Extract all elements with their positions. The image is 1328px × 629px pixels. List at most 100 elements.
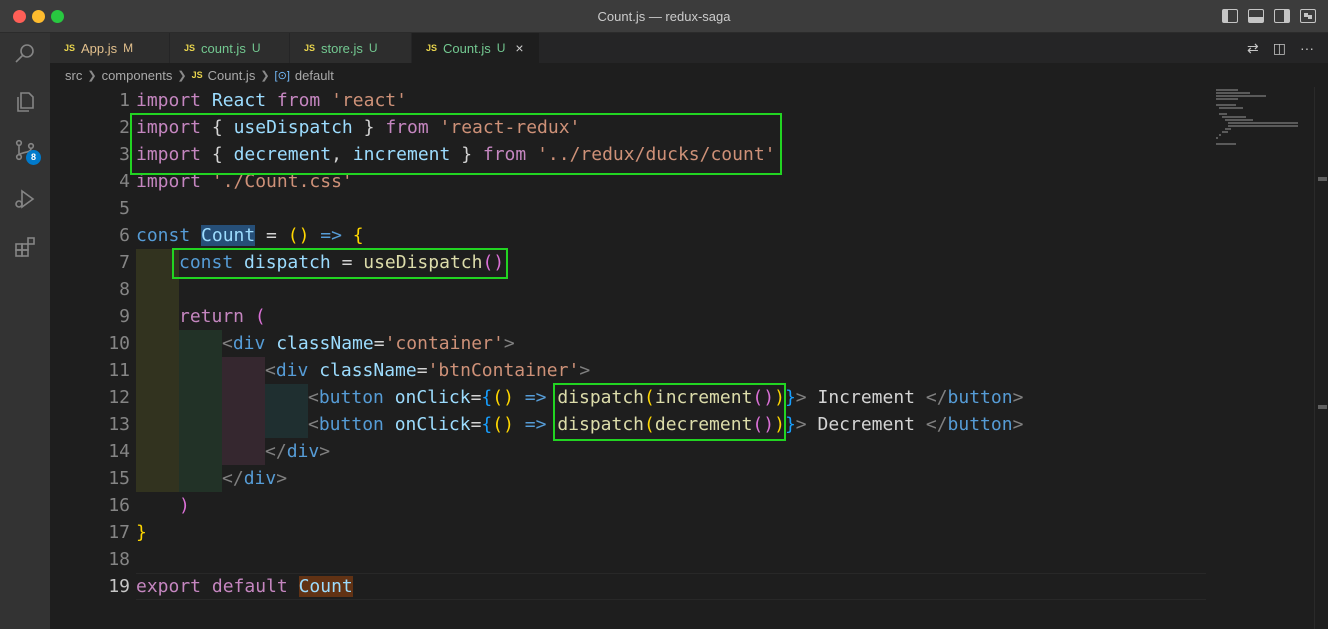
indent-guide-level-2 (179, 330, 222, 492)
more-actions-icon[interactable]: ··· (1300, 40, 1314, 57)
js-file-icon: JS (64, 43, 76, 53)
line-number: 10 (108, 333, 130, 354)
code-line-19: export default Count (136, 576, 353, 597)
line-number: 12 (108, 387, 130, 408)
js-file-icon: JS (426, 43, 438, 53)
minimap-line (1216, 95, 1266, 97)
minimap-line (1216, 89, 1238, 91)
tab-store-js[interactable]: JS store.js U (290, 33, 412, 63)
title-bar: Count.js — redux-saga (0, 0, 1328, 33)
minimap-line (1228, 122, 1298, 124)
line-number: 18 (108, 549, 130, 570)
highlight-box-dispatch-calls (553, 383, 786, 441)
indent-guide-level-3 (222, 357, 265, 465)
search-icon[interactable] (13, 41, 37, 65)
line-number-current: 19 (108, 576, 130, 597)
files-icon[interactable] (13, 90, 37, 114)
line-number: 16 (108, 495, 130, 516)
activity-bar: 8 (0, 33, 50, 629)
minimap-line (1216, 143, 1236, 145)
tab-status: M (123, 41, 134, 55)
extensions-icon[interactable] (13, 235, 37, 259)
toggle-sidebar-icon[interactable] (1222, 9, 1238, 23)
code-line-10: <div className='container'> (222, 333, 515, 354)
minimap[interactable] (1210, 87, 1314, 629)
minimap-line (1225, 119, 1253, 121)
js-file-icon: JS (184, 43, 196, 53)
source-control-badge: 8 (26, 150, 41, 165)
indent-guide-level-4 (265, 384, 308, 438)
close-tab-icon[interactable]: × (515, 40, 523, 56)
line-number: 2 (119, 117, 130, 138)
minimap-line (1225, 128, 1231, 130)
breadcrumb-components[interactable]: components (102, 68, 173, 83)
tab-status: U (368, 41, 378, 55)
tab-label: count.js (201, 40, 246, 56)
minimap-line (1216, 137, 1218, 139)
window-title: Count.js — redux-saga (597, 9, 731, 24)
line-number: 11 (108, 360, 130, 381)
tab-status: U (496, 41, 506, 55)
line-number: 15 (108, 468, 130, 489)
tab-label: store.js (321, 40, 363, 56)
line-number: 17 (108, 522, 130, 543)
scrollbar-marker (1318, 177, 1327, 181)
chevron-right-icon: ❯ (87, 69, 97, 82)
minimap-line (1222, 131, 1228, 133)
scrollbar-marker (1318, 405, 1327, 409)
line-number: 8 (119, 279, 130, 300)
line-number: 7 (119, 252, 130, 273)
highlight-box-imports (130, 113, 782, 175)
line-number: 3 (119, 144, 130, 165)
minimap-line (1216, 104, 1236, 106)
line-number: 1 (119, 90, 130, 111)
code-line-9: return ( (179, 306, 266, 327)
minimap-line (1219, 113, 1227, 115)
js-file-icon: JS (191, 70, 203, 80)
code-line-1: import React from 'react' (136, 90, 407, 111)
chevron-right-icon: ❯ (177, 69, 187, 82)
line-number: 4 (119, 171, 130, 192)
minimap-line (1228, 125, 1298, 127)
editor-tabs: JS App.js M JS count.js U JS store.js U … (50, 33, 1328, 63)
code-line-6: const Count = () => { (136, 225, 364, 246)
code-line-17: } (136, 522, 147, 543)
run-debug-icon[interactable] (13, 187, 37, 211)
symbol-variable-icon: [⊙] (274, 69, 290, 82)
tab-count-js-ducks[interactable]: JS count.js U (170, 33, 290, 63)
js-file-icon: JS (304, 43, 316, 53)
minimap-line (1222, 116, 1246, 118)
toggle-panel-icon[interactable] (1248, 9, 1264, 23)
tab-app-js[interactable]: JS App.js M (50, 33, 170, 63)
vertical-scrollbar[interactable] (1314, 87, 1328, 629)
open-changes-icon[interactable]: ⇄ (1247, 40, 1259, 57)
tab-label: App.js (81, 40, 118, 56)
indent-guide-level-1 (136, 249, 179, 492)
breadcrumb-count-js[interactable]: Count.js (208, 68, 256, 83)
minimap-line (1216, 98, 1238, 100)
line-number: 5 (119, 198, 130, 219)
code-line-14: </div> (265, 441, 331, 462)
toggle-secondary-sidebar-icon[interactable] (1274, 9, 1290, 23)
breadcrumb-src[interactable]: src (65, 68, 82, 83)
code-editor[interactable]: 1 2 3 4 5 6 7 8 9 10 11 12 13 14 15 16 1… (50, 87, 1210, 629)
customize-layout-icon[interactable] (1300, 9, 1316, 23)
minimap-line (1219, 107, 1243, 109)
tab-count-js[interactable]: JS Count.js U × (412, 33, 540, 63)
tab-label: Count.js (443, 40, 491, 56)
code-line-15: </div> (222, 468, 288, 489)
line-number: 14 (108, 441, 130, 462)
line-number: 13 (108, 414, 130, 435)
line-number: 6 (119, 225, 130, 246)
code-line-11: <div className='btnContainer'> (265, 360, 591, 381)
breadcrumb: src ❯ components ❯ JS Count.js ❯ [⊙] def… (50, 63, 334, 87)
minimap-line (1219, 134, 1221, 136)
highlight-box-use-dispatch (172, 248, 508, 279)
chevron-right-icon: ❯ (260, 69, 270, 82)
line-number: 9 (119, 306, 130, 327)
breadcrumb-default[interactable]: default (295, 68, 334, 83)
layout-controls (1222, 9, 1316, 23)
split-editor-icon[interactable]: ◫ (1273, 40, 1286, 57)
minimap-line (1216, 92, 1250, 94)
editor-actions: ⇄ ◫ ··· (1247, 40, 1314, 57)
